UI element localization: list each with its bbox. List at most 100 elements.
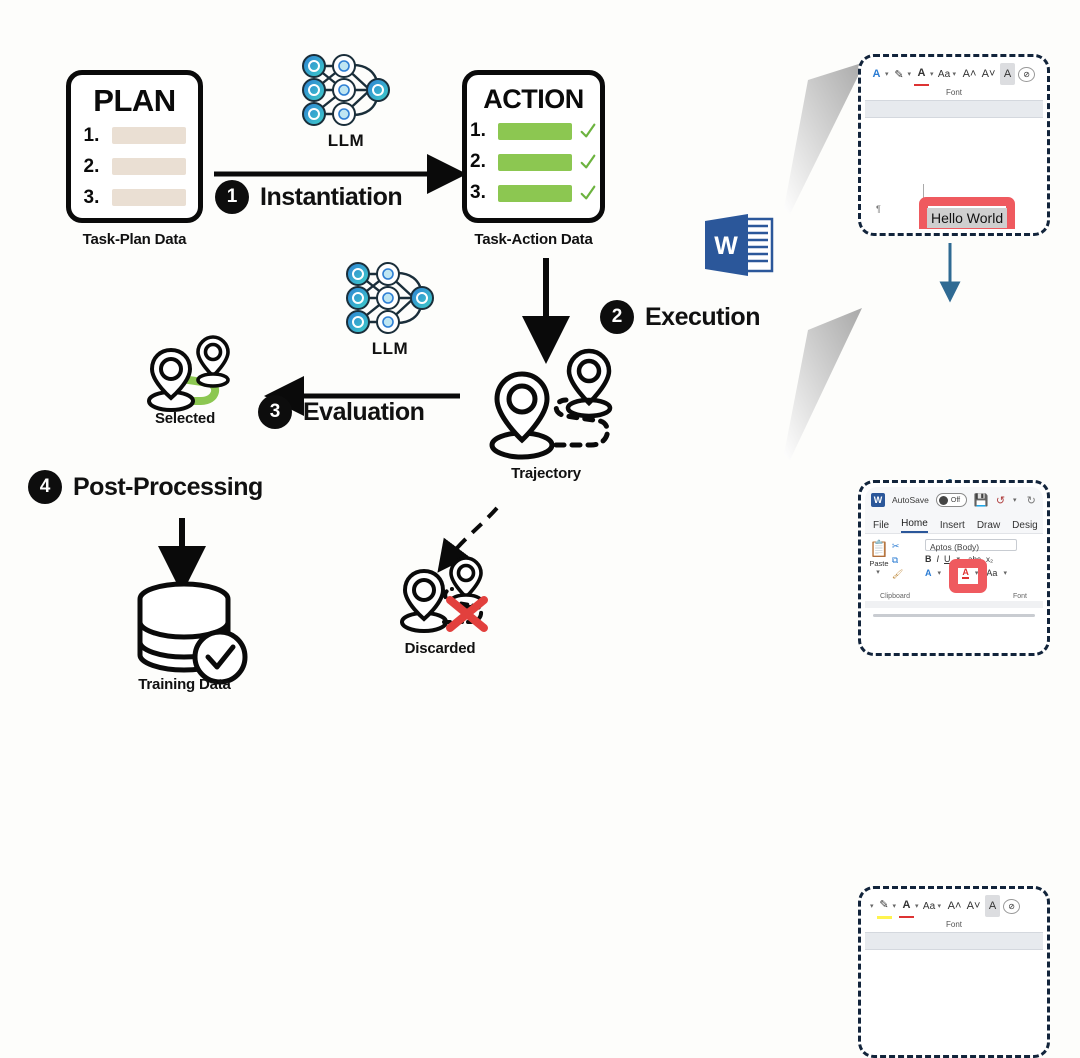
neural-network-icon-mid	[346, 262, 434, 334]
map-pin-discarded-icon	[400, 556, 488, 633]
chevron-down-icon[interactable]: ▾	[1013, 496, 1017, 504]
autosave-label: AutoSave	[892, 495, 929, 505]
action-row-number: 2.	[470, 151, 486, 173]
task-action-card: ACTION 1. 2. 3. Task-Action Data	[462, 70, 605, 248]
cut-scissors-icon[interactable]: ✂	[892, 541, 903, 552]
action-row: 3.	[470, 182, 597, 204]
font-group[interactable]: Aptos (Body) B I U ▾ abc x₂ A ▾ ✎ A ▾ Aa…	[925, 537, 1039, 601]
action-row-number: 3.	[470, 182, 486, 204]
document-page-bottom[interactable]: Hello World	[865, 950, 1043, 1051]
shrink-font-icon[interactable]: A˅	[966, 895, 981, 917]
action-row-bar	[498, 122, 572, 140]
diagram-canvas: PLAN 1. 2. 3. Task-Plan Data ACTION 1. 2…	[0, 0, 1080, 1058]
font-name-input[interactable]: Aptos (Body)	[925, 539, 1017, 552]
paste-label: Paste	[869, 559, 889, 568]
chevron-down-icon[interactable]: ▾	[930, 70, 934, 78]
microsoft-word-icon: W	[702, 212, 774, 283]
map-pin-selected-icon	[147, 335, 230, 412]
clear-formatting-icon[interactable]: ⊘	[1018, 66, 1036, 82]
step-label-4: Post-Processing	[73, 472, 263, 501]
text-cursor-icon	[923, 184, 924, 198]
font-toolbar-bottom[interactable]: ▾ ✎ ▾ A ▾ Aa ▾ A˄ A˅ A ⊘	[865, 893, 1043, 919]
chevron-down-icon[interactable]: ▾	[885, 70, 889, 78]
check-icon	[580, 154, 596, 169]
quick-access-toolbar[interactable]: W AutoSave Off 💾 ↺ ▾ ↻	[865, 487, 1043, 513]
text-effects-icon[interactable]: A	[1000, 63, 1016, 85]
text-highlight-pen-icon[interactable]: ✎	[892, 63, 907, 85]
neural-network-icon-top	[302, 54, 390, 126]
italic-button[interactable]: I	[937, 554, 940, 564]
ribbon-tabs[interactable]: File Home Insert Draw Desig	[865, 513, 1043, 533]
font-group-label-top: Font	[865, 87, 1043, 100]
change-case-icon[interactable]: Aa	[937, 63, 952, 85]
text-highlight-pen-icon[interactable]: ✎	[876, 894, 892, 919]
paste-icon[interactable]: 📋	[869, 539, 889, 559]
document-page-top[interactable]: ¶ Hello World	[865, 118, 1043, 229]
tab-file[interactable]: File	[873, 520, 889, 533]
task-plan-card: PLAN 1. 2. 3. Task-Plan Data	[66, 70, 203, 248]
tab-insert[interactable]: Insert	[940, 520, 965, 533]
bold-button[interactable]: B	[925, 554, 932, 564]
copy-icon[interactable]: ⧉	[892, 555, 903, 566]
action-row-number: 1.	[470, 120, 486, 142]
text-effects-icon[interactable]: A	[985, 895, 1001, 917]
undo-icon[interactable]: ↺	[996, 494, 1005, 507]
underline-A-icon[interactable]: A	[899, 894, 915, 918]
check-icon	[580, 123, 596, 138]
chevron-down-icon[interactable]: ▾	[870, 902, 874, 910]
change-case-icon[interactable]: Aa	[986, 568, 997, 578]
selected-caption: Selected	[154, 410, 216, 427]
plan-row: 3.	[84, 187, 186, 209]
step-number-3: 3	[258, 395, 292, 429]
redo-icon[interactable]: ↻	[1027, 494, 1036, 507]
step-number-2: 2	[600, 300, 634, 334]
plan-card-title: PLAN	[93, 83, 176, 118]
chevron-down-icon[interactable]: ▾	[938, 902, 942, 910]
font-toolbar-top[interactable]: A ▾ ✎ ▾ A ▾ Aa ▾ A˄ A˅ A ⊘	[865, 61, 1043, 87]
panel-word-ribbon[interactable]: W AutoSave Off 💾 ↺ ▾ ↻ File Home Insert …	[858, 480, 1050, 656]
plan-row-number: 3.	[83, 186, 100, 208]
font-color-A-icon[interactable]: A	[925, 568, 932, 578]
subscript-button[interactable]: x₂	[986, 555, 993, 564]
ribbon-content[interactable]: 📋 Paste ▾ ✂ ⧉ 🖌 Clipboard Aptos (Body) B…	[865, 533, 1043, 601]
tab-draw[interactable]: Draw	[977, 520, 1000, 533]
map-pin-trajectory-icon	[489, 348, 613, 460]
plan-row-number: 1.	[83, 124, 100, 146]
chevron-down-icon[interactable]: ▾	[876, 568, 880, 576]
step-label-3: Evaluation	[303, 397, 425, 426]
document-ruler	[865, 932, 1043, 950]
change-case-icon[interactable]: Aa	[922, 895, 937, 917]
grow-font-icon[interactable]: A˄	[962, 63, 977, 85]
grow-font-icon[interactable]: A˄	[947, 895, 962, 917]
panel-word-document-highlighted[interactable]: ▾ ✎▾ A▾ Aa▾ A˄ A˅ A ⊘ Font Hello World	[858, 886, 1050, 1058]
chevron-down-icon[interactable]: ▾	[893, 902, 897, 910]
chevron-down-icon[interactable]: ▾	[1003, 569, 1007, 577]
font-color-A-icon[interactable]: A	[869, 63, 884, 85]
save-icon[interactable]: 💾	[974, 493, 989, 507]
autosave-toggle[interactable]: Off	[935, 493, 967, 507]
chevron-down-icon[interactable]: ▾	[908, 70, 912, 78]
check-icon	[580, 185, 596, 200]
database-check-icon	[137, 581, 248, 685]
action-card-title: ACTION	[483, 84, 584, 114]
llm-label-mid: LLM	[371, 339, 409, 358]
panel-word-document-selection[interactable]: A ▾ ✎ ▾ A ▾ Aa ▾ A˄ A˅ A ⊘ Font ¶ Hello Worl…	[858, 54, 1050, 236]
discarded-caption: Discarded	[404, 640, 476, 657]
autosave-state: Off	[950, 496, 961, 504]
shrink-font-icon[interactable]: A˅	[981, 63, 996, 85]
horizontal-scrollbar[interactable]	[873, 614, 1035, 617]
chevron-down-icon[interactable]: ▾	[938, 569, 942, 577]
clear-formatting-icon[interactable]: ⊘	[1003, 898, 1021, 914]
plan-row: 2.	[84, 156, 186, 178]
clipboard-group[interactable]: 📋 Paste ▾ ✂ ⧉ 🖌 Clipboard	[869, 537, 921, 601]
underline-A-icon[interactable]: A	[914, 62, 930, 86]
trajectory-caption: Trajectory	[511, 465, 581, 482]
training-data-caption: Training Data	[138, 676, 231, 693]
chevron-down-icon[interactable]: ▾	[915, 902, 919, 910]
tab-design[interactable]: Desig	[1012, 520, 1038, 533]
action-row: 2.	[470, 151, 597, 173]
format-painter-icon[interactable]: 🖌	[892, 569, 903, 580]
tab-home[interactable]: Home	[901, 518, 928, 533]
task-plan-caption: Task-Plan Data	[82, 231, 187, 248]
chevron-down-icon[interactable]: ▾	[953, 70, 957, 78]
